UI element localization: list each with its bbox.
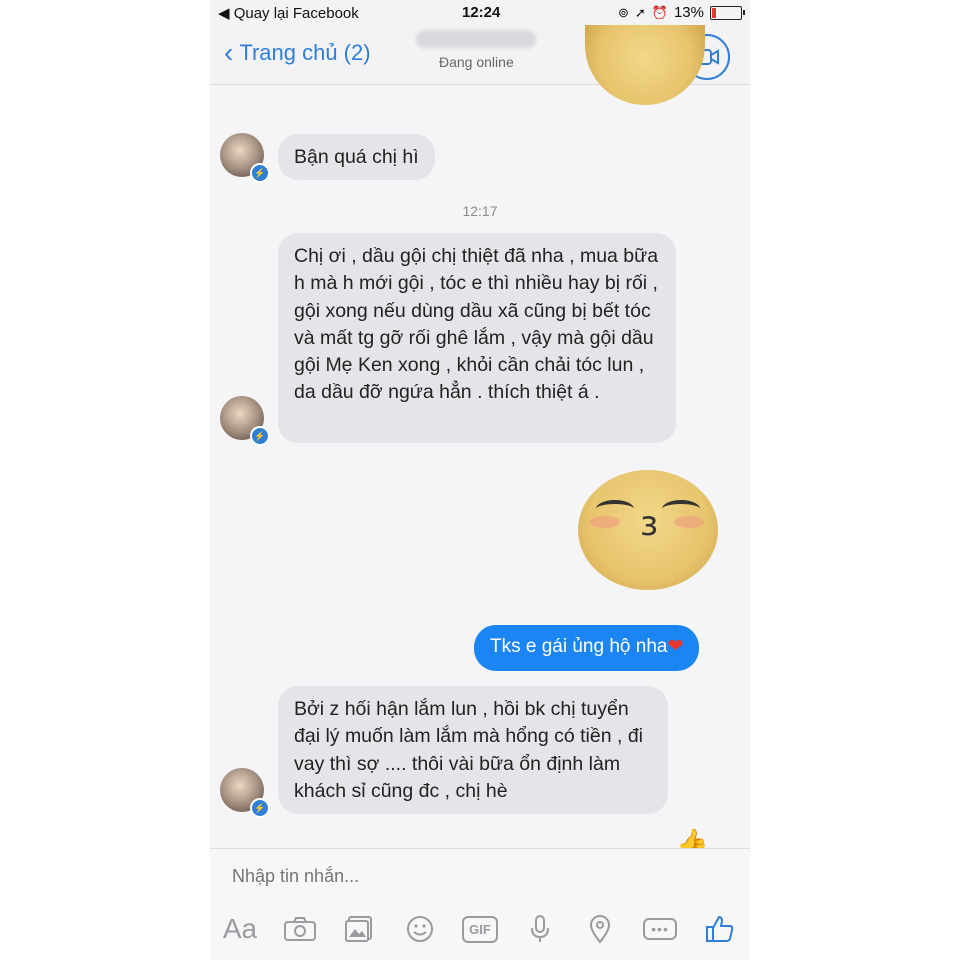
alarm-icon: ⏰ xyxy=(651,4,668,20)
battery-icon xyxy=(710,5,745,20)
status-icons: ⊚ ➚ ⏰ 13% xyxy=(617,4,745,21)
message-bubble-incoming[interactable]: Bận quá chị hì xyxy=(278,134,435,180)
orientation-lock-icon: ⊚ xyxy=(617,4,629,20)
gallery-icon xyxy=(345,916,372,942)
text-format-button[interactable]: Aa xyxy=(220,911,260,947)
message-bubble-outgoing[interactable]: Tks e gái ủng hộ nha❤ xyxy=(474,625,700,671)
timestamp: 12:17 xyxy=(462,203,498,219)
gallery-button[interactable] xyxy=(340,911,380,947)
status-bar: ◀ Quay lại Facebook 12:24 ⊚ ➚ ⏰ 13% xyxy=(210,0,750,26)
composer-toolbar: Aa GIF ••• xyxy=(220,909,740,949)
more-icon: ••• xyxy=(643,918,677,940)
location-button[interactable] xyxy=(580,911,620,947)
battery-percent: 13% xyxy=(673,4,704,21)
message-input[interactable] xyxy=(230,865,634,888)
gif-icon: GIF xyxy=(462,915,498,943)
voice-button[interactable] xyxy=(520,911,560,947)
kiss-sticker: ɜ xyxy=(578,470,718,590)
messenger-badge-icon: ⚡ xyxy=(250,163,270,183)
outgoing-text: Tks e gái ủng hộ nha xyxy=(490,636,668,657)
phone-screen: ◀ Quay lại Facebook 12:24 ⊚ ➚ ⏰ 13% ‹ Tr… xyxy=(210,0,750,960)
sticker-mouth: ɜ xyxy=(640,504,659,544)
like-button[interactable] xyxy=(700,911,740,947)
gif-button[interactable]: GIF xyxy=(460,911,500,947)
battery-level-fill xyxy=(712,7,716,18)
back-label: Trang chủ (2) xyxy=(239,40,371,65)
messenger-badge-icon: ⚡ xyxy=(250,798,270,818)
location-arrow-icon: ➚ xyxy=(634,4,646,20)
camera-icon xyxy=(284,917,316,941)
sticker-partial xyxy=(585,25,705,105)
back-to-facebook-link[interactable]: ◀ Quay lại Facebook xyxy=(218,4,359,22)
messenger-badge-icon: ⚡ xyxy=(250,426,270,446)
clock: 12:24 xyxy=(462,4,501,21)
right-margin xyxy=(750,0,960,960)
left-margin xyxy=(0,0,210,960)
like-icon xyxy=(706,915,734,942)
location-icon xyxy=(589,915,611,944)
microphone-icon xyxy=(531,915,549,942)
message-bubble-incoming[interactable]: Chị ơi , dầu gội chị thiệt đã nha , mua … xyxy=(278,233,676,443)
composer: Aa xyxy=(210,848,750,960)
heart-icon: ❤ xyxy=(667,636,684,657)
emoji-button[interactable] xyxy=(400,911,440,947)
chevron-left-icon: ‹ xyxy=(224,37,234,68)
back-button[interactable]: ‹ Trang chủ (2) xyxy=(224,37,371,68)
message-bubble-incoming[interactable]: Bởi z hối hận lắm lun , hồi bk chị tuyển… xyxy=(278,686,668,814)
online-status: Đang online xyxy=(439,54,514,70)
sticker-eye xyxy=(662,500,700,518)
contact-name-blurred xyxy=(416,30,536,48)
emoji-icon xyxy=(407,916,433,942)
more-button[interactable]: ••• xyxy=(640,911,680,947)
camera-button[interactable] xyxy=(280,911,320,947)
message-list[interactable]: ⚡ Bận quá chị hì 12:17 ⚡ Chị ơi , dầu gộ… xyxy=(210,25,750,857)
